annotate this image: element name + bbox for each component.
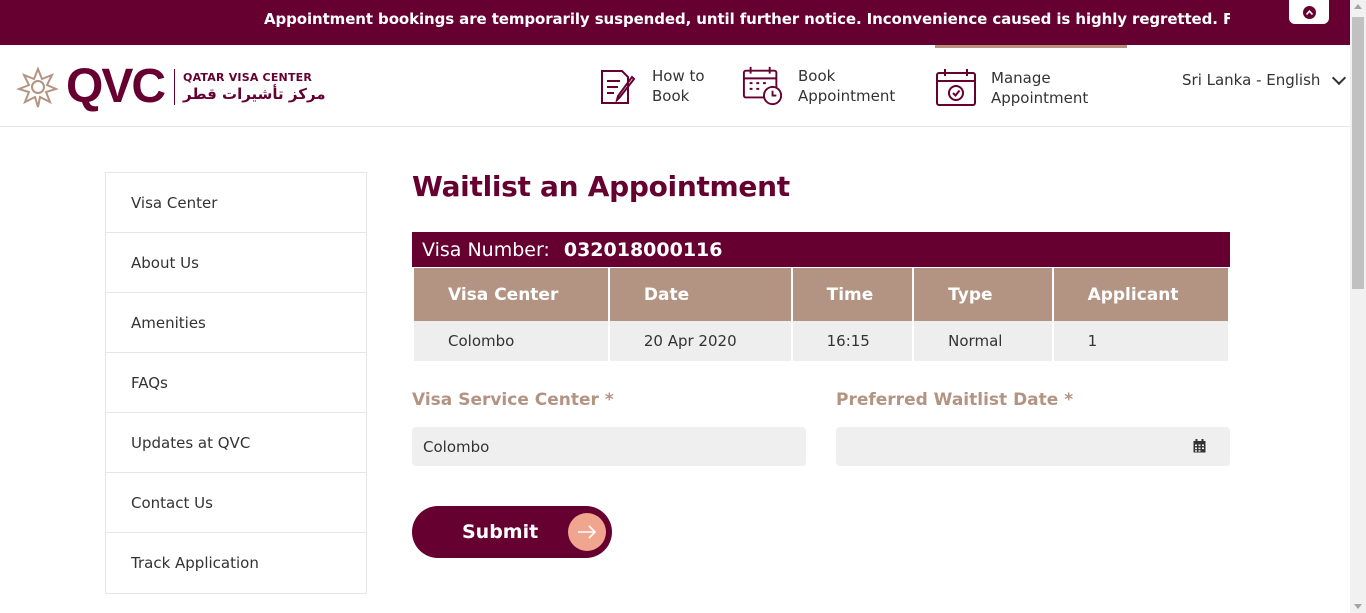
sidebar-item-faqs[interactable]: FAQs (106, 353, 366, 413)
nav-manage-appointment-label: Manage Appointment (991, 68, 1089, 107)
arrow-right-icon (568, 513, 606, 551)
logo-divider (174, 69, 176, 105)
nav-manage-appointment[interactable]: Manage Appointment (935, 45, 1127, 127)
scroll-to-top-button[interactable] (1289, 0, 1329, 24)
logo-arabic-name: مركز تأشيرات قطر (183, 85, 326, 103)
nav-book-appointment-label: Book Appointment (798, 67, 896, 105)
column-header-visa-center: Visa Center (414, 268, 608, 321)
column-header-date: Date (609, 268, 791, 321)
column-header-type: Type (914, 268, 1052, 321)
sidebar-item-label: About Us (131, 253, 199, 272)
logo-english-name: QATAR VISA CENTER (183, 71, 313, 84)
nav-how-to-book[interactable]: How to Book (596, 45, 705, 127)
language-selector[interactable]: Sri Lanka - English (1182, 70, 1347, 89)
sidebar-item-track-application[interactable]: Track Application (106, 533, 366, 593)
column-header-applicant: Applicant (1053, 268, 1228, 321)
cell-type: Normal (914, 321, 1052, 361)
language-selector-label: Sri Lanka - English (1182, 71, 1321, 89)
sidebar-item-about-us[interactable]: About Us (106, 233, 366, 293)
submit-button-label: Submit (462, 521, 539, 543)
sidebar-item-visa-center[interactable]: Visa Center (106, 173, 366, 233)
calendar-check-icon (936, 68, 976, 106)
chevron-down-icon (1332, 70, 1347, 85)
sidebar-item-updates[interactable]: Updates at QVC (106, 413, 366, 473)
visa-service-center-value: Colombo (423, 437, 490, 456)
waitlist-date-field[interactable] (836, 427, 1230, 466)
sidebar-menu: Visa Center About Us Amenities FAQs Upda… (105, 172, 367, 594)
scroll-thumb[interactable] (1352, 17, 1364, 289)
sidebar-item-label: Contact Us (131, 493, 213, 512)
sidebar-item-label: Track Application (131, 554, 259, 572)
announcement-bar: Appointment bookings are temporarily sus… (0, 0, 1350, 45)
calendar-clock-icon (742, 66, 783, 106)
column-header-time: Time (792, 268, 913, 321)
nav-book-appointment[interactable]: Book Appointment (742, 45, 895, 127)
sidebar-item-amenities[interactable]: Amenities (106, 293, 366, 353)
scroll-down-arrow[interactable] (1354, 604, 1362, 609)
page-title: Waitlist an Appointment (412, 170, 790, 203)
page-scrollbar[interactable] (1350, 0, 1366, 613)
waitlist-date-label: Preferred Waitlist Date * (836, 390, 1074, 410)
cell-visa-center: Colombo (414, 321, 608, 361)
visa-number-label: Visa Number: (422, 238, 550, 261)
announcement-text: Appointment bookings are temporarily sus… (264, 10, 1230, 28)
qvc-logo[interactable]: QVC QATAR VISA CENTER مركز تأشيرات قطر (16, 63, 326, 111)
cell-applicant: 1 (1053, 321, 1228, 361)
logo-wordmark: QVC (66, 60, 166, 113)
document-pen-icon (601, 70, 636, 104)
sidebar-item-label: Amenities (131, 313, 206, 332)
chevron-up-icon (1302, 5, 1316, 19)
appointment-table: Visa Center Date Time Type Applicant Col… (412, 268, 1230, 361)
submit-button[interactable]: Submit (412, 506, 612, 558)
scroll-up-arrow[interactable] (1354, 4, 1362, 9)
visa-number-bar: Visa Number: 032018000116 (412, 232, 1230, 267)
visa-service-center-label: Visa Service Center * (412, 390, 614, 410)
sidebar-item-label: Visa Center (131, 193, 218, 212)
sidebar-item-contact-us[interactable]: Contact Us (106, 473, 366, 533)
table-header-row: Visa Center Date Time Type Applicant (414, 268, 1228, 321)
nav-how-to-book-label: How to Book (652, 67, 705, 105)
table-row: Colombo 20 Apr 2020 16:15 Normal 1 (414, 321, 1228, 361)
cell-date: 20 Apr 2020 (609, 321, 791, 361)
logo-subtitle: QATAR VISA CENTER مركز تأشيرات قطر (183, 71, 326, 103)
site-header: QVC QATAR VISA CENTER مركز تأشيرات قطر H… (0, 45, 1350, 127)
sidebar-item-label: FAQs (131, 373, 168, 392)
sidebar-item-label: Updates at QVC (131, 433, 251, 452)
visa-service-center-field[interactable]: Colombo (412, 427, 806, 466)
cell-time: 16:15 (792, 321, 913, 361)
star-emblem-icon (16, 66, 59, 108)
calendar-icon[interactable] (1193, 439, 1206, 453)
visa-number-value: 032018000116 (563, 238, 723, 261)
